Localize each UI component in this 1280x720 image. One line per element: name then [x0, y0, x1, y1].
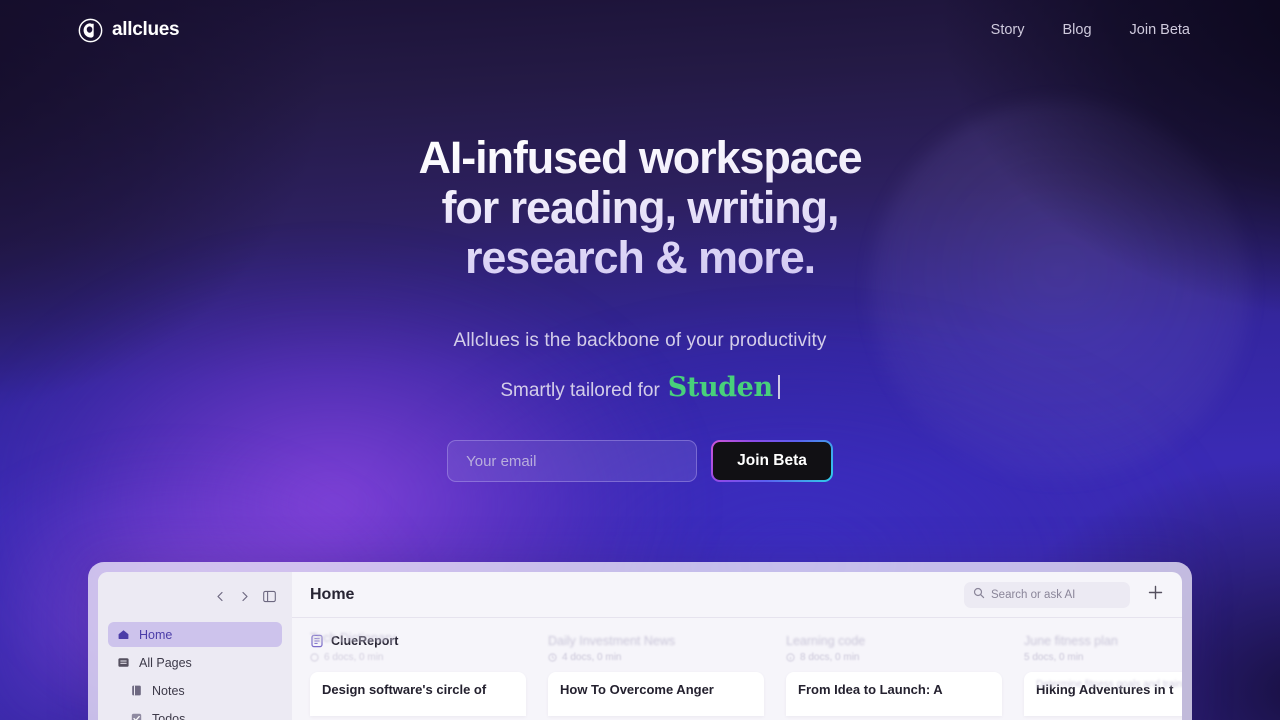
landing-page: allclues Story Blog Join Beta AI-infused…	[0, 0, 1280, 720]
headline-line-1: AI-infused workspace	[418, 132, 862, 183]
app-preview-window: Home All Pages Notes Todos Home Search o…	[88, 562, 1192, 720]
document-card-title: Design software's circle of	[322, 682, 487, 697]
tagline-typed-word: Studen	[667, 372, 773, 403]
collection-column: Learning code 8 docs, 0 min From Idea to…	[786, 632, 1002, 716]
document-card[interactable]: From Idea to Launch: A	[786, 672, 1002, 716]
search-placeholder-text: Search or ask AI	[991, 588, 1076, 601]
collection-header[interactable]: Tech Dictionary ClueReport	[310, 631, 526, 649]
document-card-title: How To Overcome Anger	[560, 682, 714, 697]
sidebar-item-home[interactable]: Home	[108, 622, 282, 647]
sidebar-toggle-icon[interactable]	[263, 590, 276, 603]
signup-form: Join Beta	[447, 440, 833, 482]
site-header: allclues Story Blog Join Beta	[0, 0, 1280, 60]
email-field[interactable]	[447, 440, 698, 482]
clock-icon	[310, 653, 319, 662]
sidebar-item-notes[interactable]: Notes	[108, 678, 282, 703]
info-icon	[786, 653, 795, 662]
collection-column: June fitness plan 5 docs, 0 min Determin…	[1024, 632, 1182, 716]
collection-title: Learning code	[786, 633, 866, 648]
sidebar-item-label: Home	[139, 627, 173, 642]
main-nav: Story Blog Join Beta	[991, 22, 1190, 38]
app-body: Tech Dictionary ClueReport 6 docs, 0 min	[292, 618, 1182, 720]
nav-link-blog[interactable]: Blog	[1063, 22, 1092, 38]
add-page-button[interactable]	[1142, 582, 1168, 608]
brand-name: allclues	[112, 19, 180, 40]
nav-link-story[interactable]: Story	[991, 22, 1025, 38]
notes-icon	[130, 684, 143, 697]
collection-meta: 6 docs, 0 min	[310, 652, 526, 663]
collection-header[interactable]: Daily Investment News	[548, 632, 764, 649]
hero-subtitle: Allclues is the backbone of your product…	[453, 330, 827, 351]
tagline-prefix: Smartly tailored for	[500, 380, 660, 401]
collection-meta-text: 4 docs, 0 min	[562, 652, 622, 663]
collection-meta-text: 8 docs, 0 min	[800, 652, 860, 663]
collection-columns: Tech Dictionary ClueReport 6 docs, 0 min	[310, 631, 1182, 716]
chevron-left-icon[interactable]	[215, 591, 226, 602]
allclues-circle-a-logo-icon	[78, 18, 103, 43]
document-card[interactable]: How To Overcome Anger	[548, 672, 764, 716]
collection-title: June fitness plan	[1024, 633, 1118, 648]
plus-icon	[1147, 584, 1164, 606]
collection-meta-text: 6 docs, 0 min	[324, 652, 384, 663]
collection-header[interactable]: Learning code	[786, 632, 1002, 649]
join-beta-button-label: Join Beta	[713, 442, 831, 480]
brand-logo[interactable]: allclues	[78, 18, 180, 43]
app-main: Home Search or ask AI Tech Dictionary Cl…	[292, 572, 1182, 720]
app-topbar: Home Search or ask AI	[292, 572, 1182, 618]
sidebar-item-todos[interactable]: Todos	[108, 706, 282, 720]
collection-meta: 8 docs, 0 min	[786, 652, 1002, 663]
hero-section: AI-infused workspace for reading, writin…	[0, 0, 1280, 560]
sidebar-item-label: All Pages	[139, 655, 192, 670]
document-card-title: From Idea to Launch: A	[798, 682, 943, 697]
sidebar-items: Home All Pages Notes Todos	[108, 622, 282, 720]
collection-column: Tech Dictionary ClueReport 6 docs, 0 min	[310, 631, 526, 716]
page-title: AI-infused workspace for reading, writin…	[418, 133, 861, 283]
document-card[interactable]: Determine fitness goals and training pla…	[1024, 672, 1182, 716]
clock-icon	[548, 653, 557, 662]
collection-meta: 5 docs, 0 min	[1024, 652, 1182, 663]
search-input[interactable]: Search or ask AI	[964, 581, 1130, 608]
collection-title: Daily Investment News	[548, 633, 676, 648]
sidebar-item-label: Notes	[152, 683, 185, 698]
collection-meta: 4 docs, 0 min	[548, 652, 764, 663]
app-preview-inner: Home All Pages Notes Todos Home Search o…	[98, 572, 1182, 720]
headline-line-3: research & more.	[464, 232, 816, 283]
search-icon	[973, 587, 985, 602]
pages-icon	[117, 656, 130, 669]
hero-tagline: Smartly tailored for Studen	[500, 372, 780, 403]
sidebar-nav-controls	[108, 584, 282, 608]
collection-column: Daily Investment News 4 docs, 0 min How …	[548, 632, 764, 716]
collection-header[interactable]: June fitness plan	[1024, 632, 1182, 649]
nav-link-join-beta[interactable]: Join Beta	[1130, 22, 1190, 38]
home-icon	[117, 628, 130, 641]
chevron-right-icon[interactable]	[239, 591, 250, 602]
join-beta-button[interactable]: Join Beta	[711, 440, 833, 482]
typing-caret	[777, 375, 780, 399]
sidebar-item-all-pages[interactable]: All Pages	[108, 650, 282, 675]
document-card[interactable]: Design software's circle of	[310, 672, 526, 716]
app-page-title: Home	[310, 585, 355, 603]
headline-line-2: for reading, writing,	[441, 182, 839, 233]
document-card-ghost-text: Determine fitness goals and training pla…	[1036, 679, 1182, 690]
collection-meta-text: 5 docs, 0 min	[1024, 652, 1084, 663]
app-sidebar: Home All Pages Notes Todos	[98, 572, 292, 720]
collection-ghost-title: Tech Dictionary	[310, 631, 396, 645]
sidebar-item-label: Todos	[152, 711, 186, 720]
checkbox-icon	[130, 712, 143, 720]
